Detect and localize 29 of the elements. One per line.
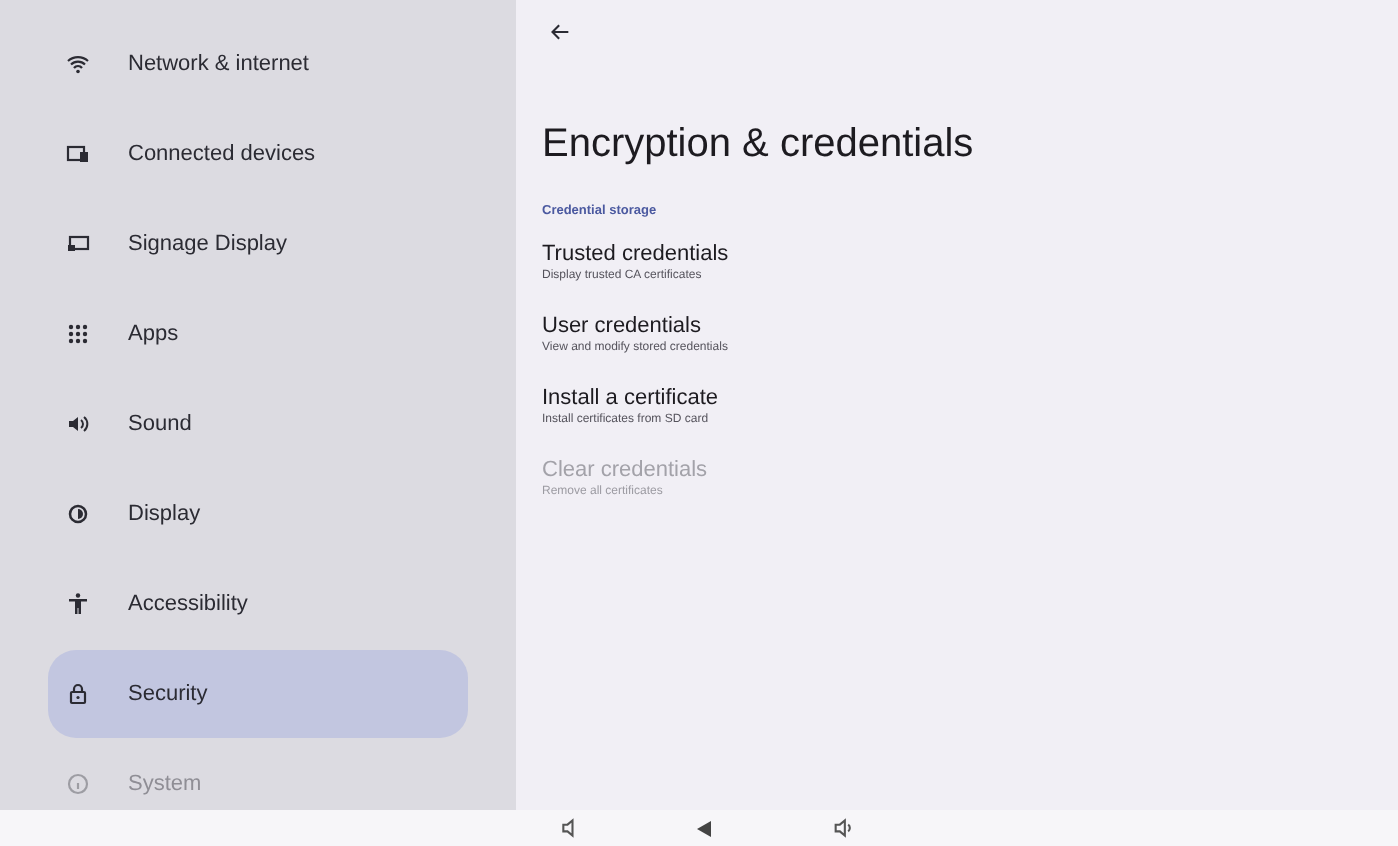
sidebar-item[interactable]: Signage Display: [48, 200, 468, 288]
triangle-icon: [696, 819, 712, 837]
volume-down-button[interactable]: [560, 818, 580, 838]
speaker-icon: [560, 818, 580, 838]
item-title: User credentials: [542, 313, 703, 340]
info-icon: [66, 772, 90, 796]
grid-icon: [66, 322, 90, 346]
accessibility-icon: [66, 592, 90, 616]
wifi-icon: [66, 52, 90, 76]
page-title: Encryption & credentials: [542, 120, 976, 168]
item-title: Install a certificate: [542, 385, 719, 412]
sidebar-item[interactable]: Sound: [48, 380, 468, 468]
item-title: Trusted credentials: [542, 241, 729, 268]
brightness-icon: [66, 502, 90, 526]
speaker-icon: [832, 818, 856, 838]
sidebar-item[interactable]: Accessibility: [48, 560, 468, 648]
sidebar-item[interactable]: Network & internet: [48, 20, 468, 108]
sidebar-item[interactable]: Display: [48, 470, 468, 558]
speaker-icon: [66, 412, 90, 436]
back-nav-button[interactable]: [696, 818, 716, 838]
sidebar-item[interactable]: Connected devices: [48, 110, 468, 198]
devices-icon: [66, 142, 90, 166]
back-arrow-icon: [550, 22, 570, 42]
screen-icon: [66, 232, 90, 256]
item-title: Clear credentials: [542, 457, 708, 484]
volume-up-button[interactable]: [832, 818, 856, 838]
lock-icon: [66, 682, 90, 706]
sidebar-item[interactable]: Apps: [48, 290, 468, 378]
sidebar-item[interactable]: Security: [48, 650, 468, 738]
